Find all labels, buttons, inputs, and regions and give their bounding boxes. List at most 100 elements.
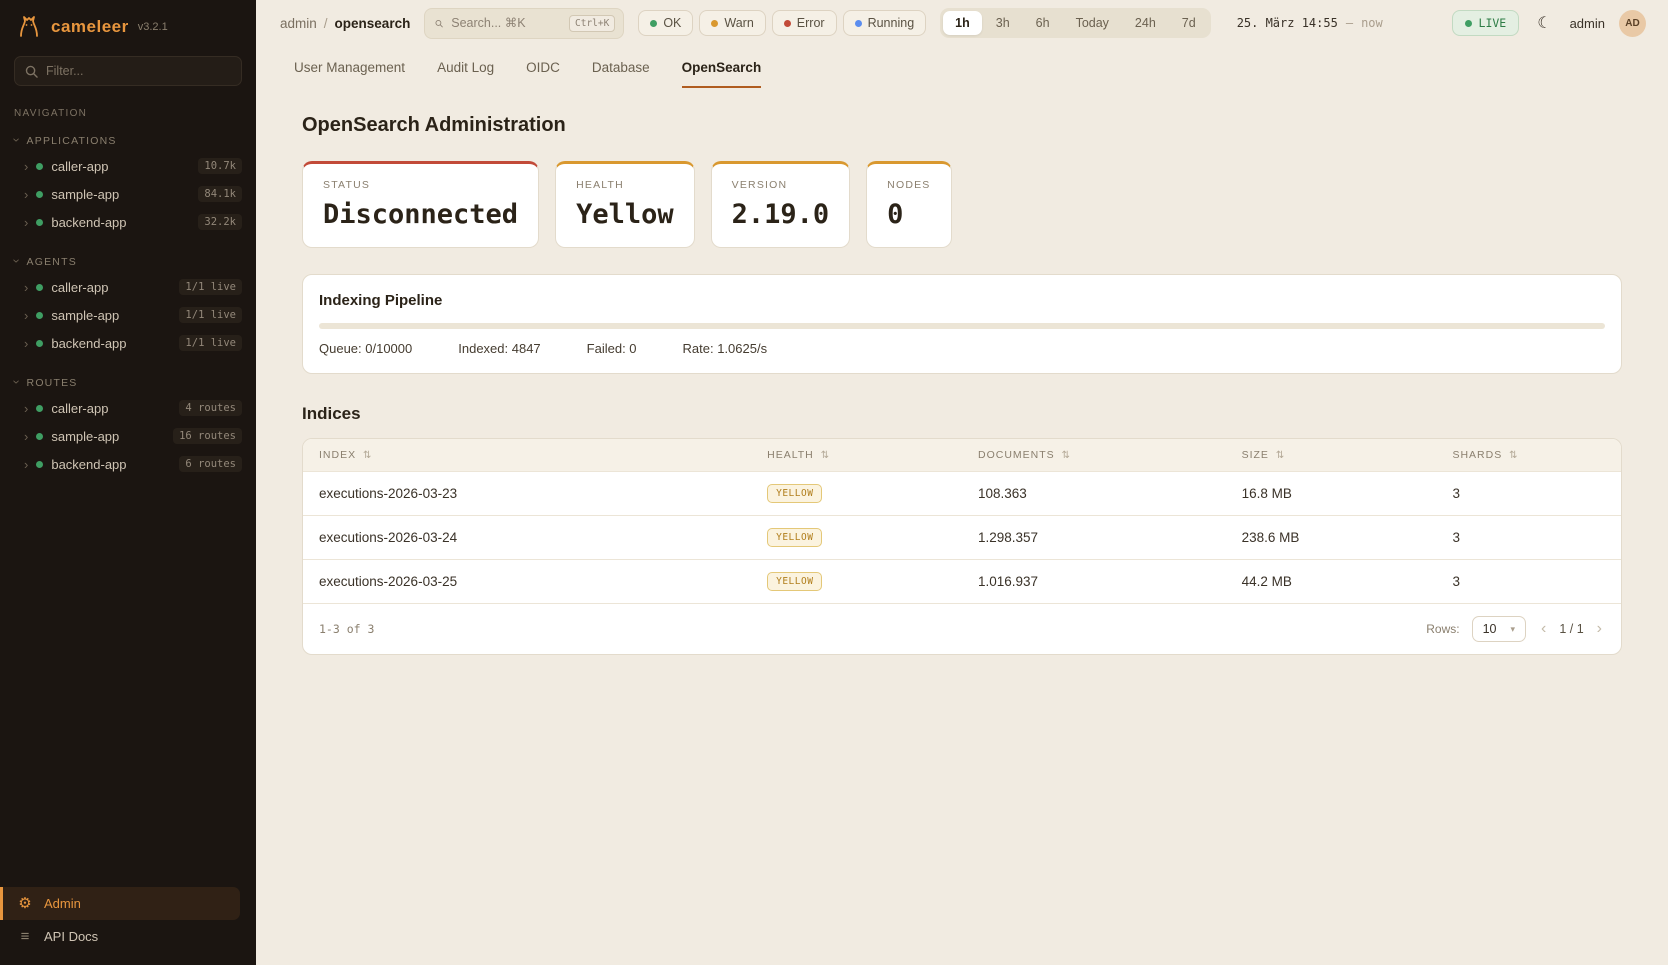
time-range-24h[interactable]: 24h: [1123, 11, 1168, 35]
stat-value: Yellow: [576, 199, 674, 230]
column-header-shards[interactable]: SHARDS ⇅: [1436, 439, 1621, 472]
sort-icon: ⇅: [1509, 450, 1518, 461]
section-label: ROUTES: [27, 377, 78, 389]
sidebar-item-routes-backend-app[interactable]: › backend-app 6 routes: [0, 450, 256, 478]
docs-list-icon: ≡: [16, 929, 34, 944]
count-badge: 1/1 live: [179, 335, 242, 351]
health-badge: YELLOW: [767, 528, 822, 547]
live-toggle[interactable]: LIVE: [1452, 10, 1520, 36]
pipeline-rate: Rate: 1.0625/s: [683, 341, 768, 356]
column-header-documents[interactable]: DOCUMENTS ⇅: [962, 439, 1226, 472]
date-separator: —: [1346, 16, 1353, 30]
row-range-text: 1-3 of 3: [319, 622, 374, 636]
sidebar-section-agents: › AGENTS › caller-app 1/1 live › sample-…: [0, 250, 256, 357]
indices-table-card: INDEX ⇅ HEALTH ⇅ DOCUMENTS ⇅ SIZE: [302, 438, 1622, 655]
table-header-row: INDEX ⇅ HEALTH ⇅ DOCUMENTS ⇅ SIZE: [303, 439, 1621, 472]
sidebar-item-routes-caller-app[interactable]: › caller-app 4 routes: [0, 394, 256, 422]
indexing-pipeline-card: Indexing Pipeline Queue: 0/10000 Indexed…: [302, 274, 1622, 374]
section-header-agents[interactable]: › AGENTS: [0, 250, 256, 273]
sidebar-item-applications-caller-app[interactable]: › caller-app 10.7k: [0, 152, 256, 180]
filter-warn-button[interactable]: Warn: [699, 10, 765, 36]
cell-shards: 3: [1436, 472, 1621, 516]
sidebar-filter[interactable]: [14, 56, 242, 86]
table-row[interactable]: executions-2026-03-25 YELLOW 1.016.937 4…: [303, 560, 1621, 604]
table-footer-controls: Rows: 10 ▾ ‹ 1 / 1 ›: [1426, 616, 1605, 642]
sort-icon: ⇅: [1062, 450, 1071, 461]
previous-page-button[interactable]: ‹: [1538, 620, 1549, 638]
cell-documents: 1.016.937: [962, 560, 1226, 604]
count-badge: 1/1 live: [179, 307, 242, 323]
time-range-3h[interactable]: 3h: [984, 11, 1022, 35]
chevron-right-icon: ›: [24, 458, 28, 471]
tab-database[interactable]: Database: [592, 60, 650, 88]
stat-label: STATUS: [323, 179, 518, 191]
cameleer-logo-icon: [16, 14, 42, 40]
column-header-index[interactable]: INDEX ⇅: [303, 439, 751, 472]
status-dot: [36, 433, 43, 440]
time-range-6h[interactable]: 6h: [1024, 11, 1062, 35]
stat-card-nodes: NODES 0: [866, 161, 951, 248]
chevron-down-icon: ›: [10, 138, 23, 144]
cell-index: executions-2026-03-25: [303, 560, 751, 604]
sidebar-item-applications-backend-app[interactable]: › backend-app 32.2k: [0, 208, 256, 236]
status-dot: [36, 191, 43, 198]
search-icon: [25, 65, 38, 78]
filter-label: OK: [663, 16, 681, 30]
tab-user-management[interactable]: User Management: [294, 60, 405, 88]
count-badge: 4 routes: [179, 400, 242, 416]
avatar[interactable]: AD: [1619, 10, 1646, 37]
cell-shards: 3: [1436, 560, 1621, 604]
tab-audit-log[interactable]: Audit Log: [437, 60, 494, 88]
sidebar-item-api-docs[interactable]: ≡ API Docs: [0, 920, 256, 953]
tab-oidc[interactable]: OIDC: [526, 60, 560, 88]
cell-size: 238.6 MB: [1226, 516, 1437, 560]
section-header-routes[interactable]: › ROUTES: [0, 371, 256, 394]
sidebar-item-agents-sample-app[interactable]: › sample-app 1/1 live: [0, 301, 256, 329]
dark-mode-toggle[interactable]: ☾: [1533, 9, 1555, 37]
date-text: 25. März 14:55: [1237, 16, 1338, 30]
filter-error-button[interactable]: Error: [772, 10, 837, 36]
sidebar-item-routes-sample-app[interactable]: › sample-app 16 routes: [0, 422, 256, 450]
filter-label: Warn: [724, 16, 753, 30]
stat-cards: STATUS Disconnected HEALTH Yellow VERSIO…: [302, 161, 1622, 248]
next-page-button[interactable]: ›: [1594, 620, 1605, 638]
chevron-right-icon: ›: [24, 337, 28, 350]
rows-per-page-select[interactable]: 10 ▾: [1472, 616, 1526, 642]
filter-running-button[interactable]: Running: [843, 10, 927, 36]
stat-value: Disconnected: [323, 199, 518, 230]
running-status-dot: [855, 20, 862, 27]
content: OpenSearch Administration STATUS Disconn…: [256, 88, 1668, 685]
sidebar-item-label: sample-app: [51, 308, 171, 323]
sidebar-item-agents-caller-app[interactable]: › caller-app 1/1 live: [0, 273, 256, 301]
sidebar-item-admin[interactable]: ⚙ Admin: [0, 887, 240, 920]
column-header-size[interactable]: SIZE ⇅: [1226, 439, 1437, 472]
section-label: APPLICATIONS: [27, 135, 117, 147]
section-header-applications[interactable]: › APPLICATIONS: [0, 129, 256, 152]
indices-table: INDEX ⇅ HEALTH ⇅ DOCUMENTS ⇅ SIZE: [303, 439, 1621, 603]
breadcrumb-admin[interactable]: admin: [280, 16, 317, 31]
nav-section-label: NAVIGATION: [0, 108, 256, 129]
user-name: admin: [1570, 16, 1605, 31]
tab-opensearch[interactable]: OpenSearch: [682, 60, 762, 88]
moon-icon: ☾: [1537, 15, 1551, 32]
cell-index: executions-2026-03-24: [303, 516, 751, 560]
chevron-right-icon: ›: [24, 188, 28, 201]
warn-status-dot: [711, 20, 718, 27]
sidebar-item-applications-sample-app[interactable]: › sample-app 84.1k: [0, 180, 256, 208]
time-range-1h[interactable]: 1h: [943, 11, 982, 35]
global-search[interactable]: Ctrl+K: [424, 8, 624, 39]
filter-ok-button[interactable]: OK: [638, 10, 693, 36]
time-range-7d[interactable]: 7d: [1170, 11, 1208, 35]
table-row[interactable]: executions-2026-03-23 YELLOW 108.363 16.…: [303, 472, 1621, 516]
sidebar-filter-input[interactable]: [46, 64, 231, 78]
stat-value: 0: [887, 199, 930, 230]
sidebar-item-label: sample-app: [51, 187, 190, 202]
sidebar-item-agents-backend-app[interactable]: › backend-app 1/1 live: [0, 329, 256, 357]
pipeline-indexed: Indexed: 4847: [458, 341, 540, 356]
time-range-today[interactable]: Today: [1064, 11, 1121, 35]
column-header-health[interactable]: HEALTH ⇅: [751, 439, 962, 472]
date-range-display[interactable]: 25. März 14:55 — now: [1225, 11, 1395, 35]
table-row[interactable]: executions-2026-03-24 YELLOW 1.298.357 2…: [303, 516, 1621, 560]
count-badge: 6 routes: [179, 456, 242, 472]
global-search-input[interactable]: [451, 16, 561, 30]
